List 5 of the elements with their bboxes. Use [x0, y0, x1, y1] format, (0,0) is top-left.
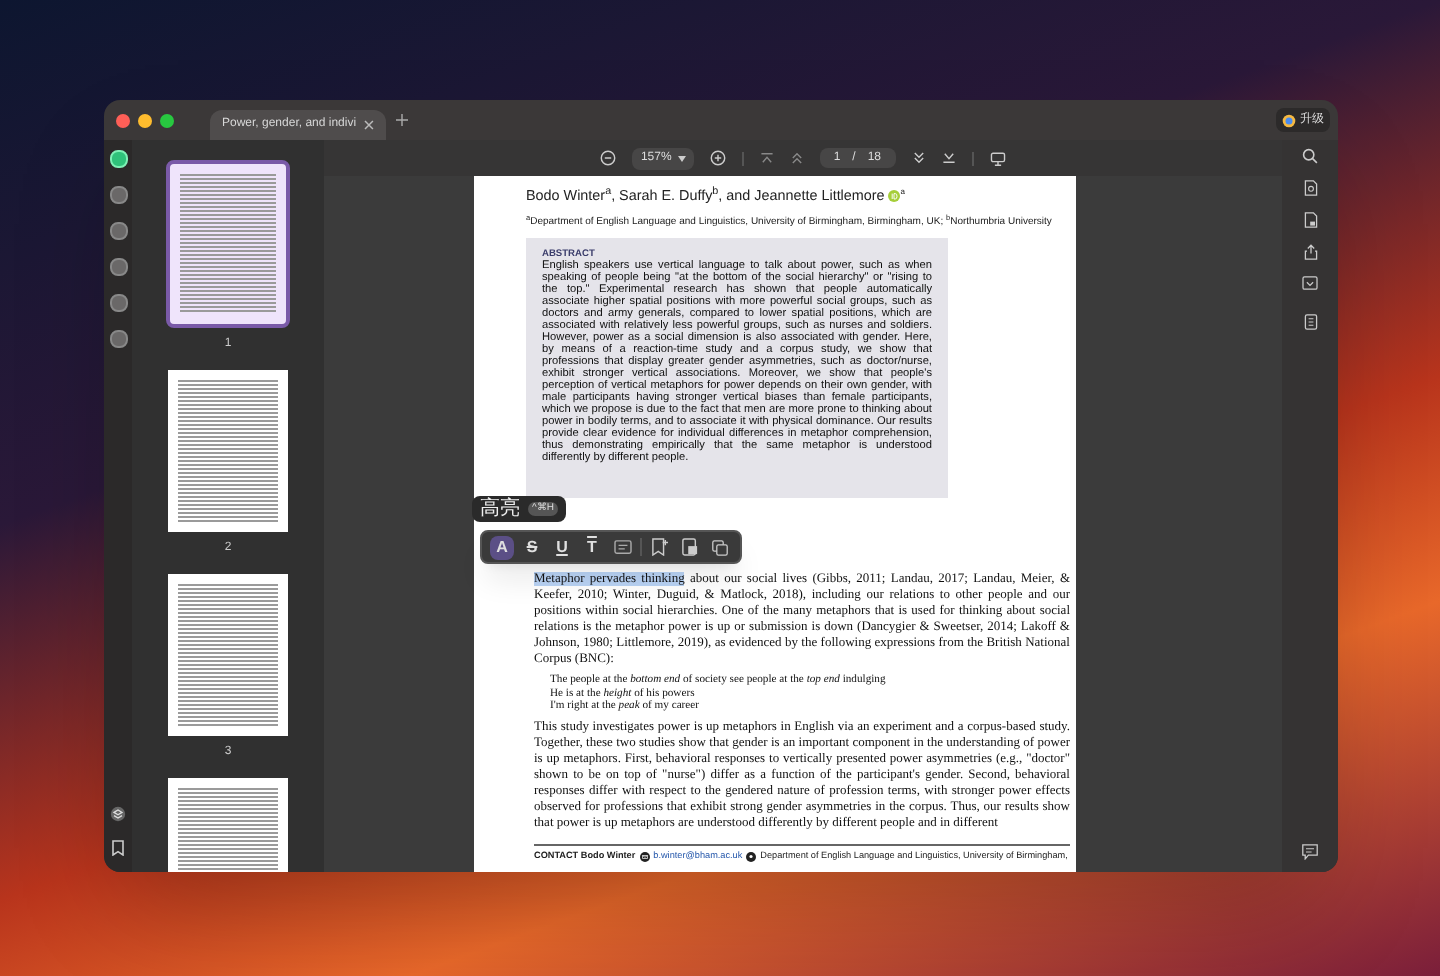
underline-tool[interactable]: U	[550, 535, 574, 559]
text-tool[interactable]: T	[580, 535, 604, 559]
strikethrough-tool[interactable]: S	[520, 535, 544, 559]
tooltip-label: 高亮	[480, 495, 520, 524]
highlight-tool[interactable]: A	[490, 535, 514, 559]
